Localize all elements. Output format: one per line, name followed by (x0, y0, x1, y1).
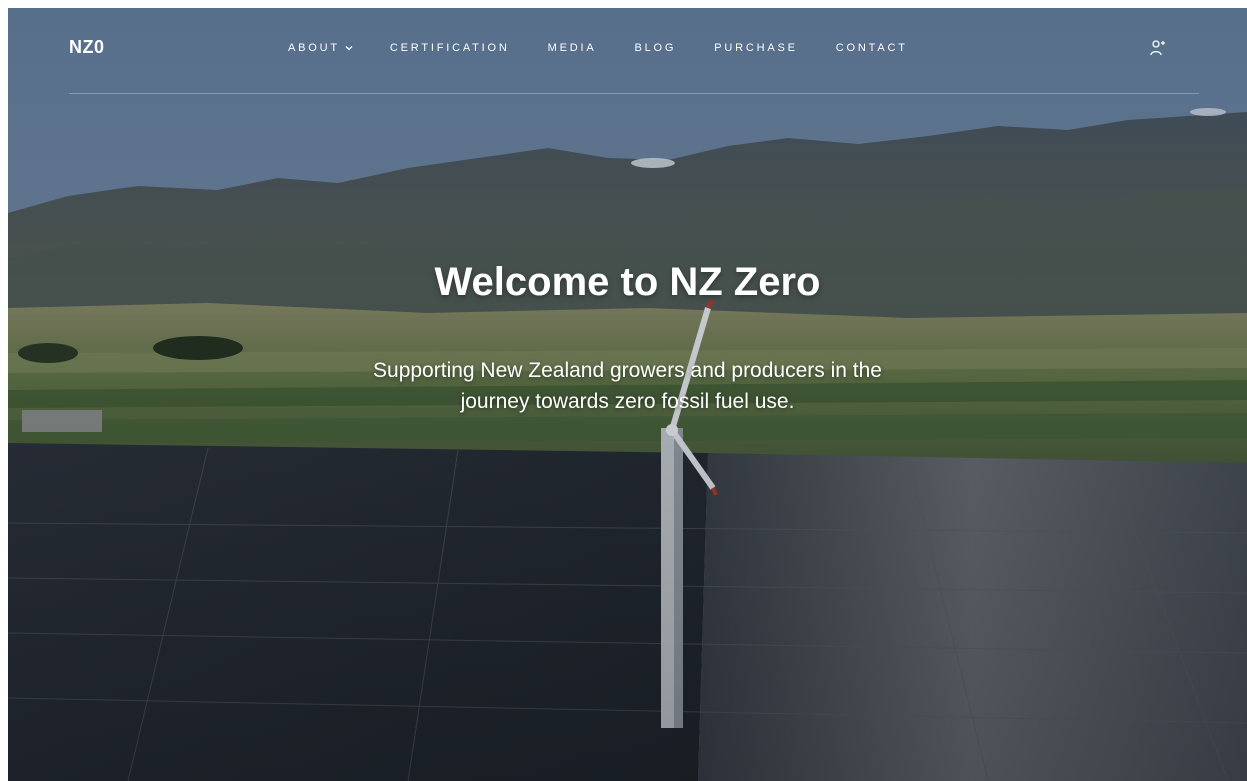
header-divider (69, 93, 1199, 94)
nav-item-purchase-label: PURCHASE (714, 42, 798, 54)
nav-item-contact[interactable]: CONTACT (836, 42, 908, 54)
nav-item-about-label: ABOUT (288, 42, 340, 54)
hero-title: Welcome to NZ Zero (434, 260, 821, 304)
site-header: NZ0 ABOUT CERTIFICATION MEDIA BLOG PURCH… (8, 8, 1247, 94)
site-logo[interactable]: NZ0 (69, 37, 105, 58)
hero-subtitle-line-2: journey towards zero fossil fuel use. (460, 390, 795, 413)
nav-item-blog-label: BLOG (634, 42, 677, 54)
nav-item-certification[interactable]: CERTIFICATION (390, 42, 510, 54)
nav-item-about[interactable]: ABOUT (288, 42, 354, 54)
nav-item-purchase[interactable]: PURCHASE (714, 42, 798, 54)
chevron-down-icon (345, 46, 353, 51)
main-navigation: ABOUT CERTIFICATION MEDIA BLOG PURCHASE … (288, 42, 908, 54)
hero-subtitle-line-1: Supporting New Zealand growers and produ… (373, 359, 882, 382)
hero-subtitle: Supporting New Zealand growers and produ… (8, 355, 1247, 417)
nav-item-certification-label: CERTIFICATION (389, 42, 510, 54)
page: NZ0 ABOUT CERTIFICATION MEDIA BLOG PURCH… (8, 8, 1247, 781)
account-button[interactable] (1148, 38, 1168, 58)
nav-item-blog[interactable]: BLOG (634, 42, 676, 54)
nav-item-media[interactable]: MEDIA (548, 42, 597, 54)
nav-item-media-label: MEDIA (547, 42, 597, 54)
user-icon (1150, 40, 1165, 56)
nav-item-contact-label: CONTACT (835, 42, 908, 54)
